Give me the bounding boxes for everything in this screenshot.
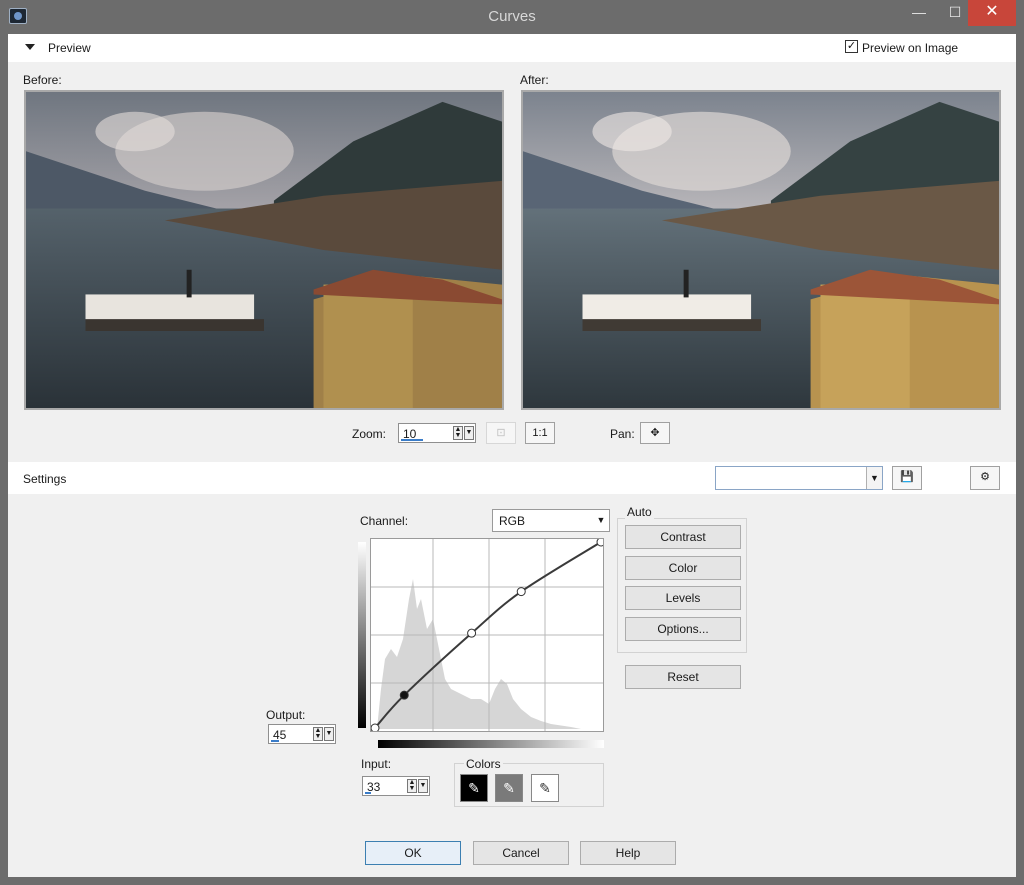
white-point-eyedropper-icon[interactable]: ✎ xyxy=(531,774,559,802)
auto-label: Auto xyxy=(625,505,654,519)
input-spinbox[interactable]: 33 ▲ ▼ ▼ xyxy=(362,776,430,796)
zoom-dropdown-icon[interactable]: ▼ xyxy=(464,426,474,440)
auto-levels-button[interactable]: Levels xyxy=(625,586,741,610)
pan-button[interactable]: ✥ xyxy=(640,422,670,444)
preset-dropdown[interactable]: ▼ xyxy=(715,466,883,490)
input-label: Input: xyxy=(361,757,392,771)
output-dropdown-icon[interactable]: ▼ xyxy=(324,727,334,741)
channel-dropdown-arrow-icon[interactable]: ▼ xyxy=(593,510,609,531)
close-button[interactable]: ✕ xyxy=(968,0,1016,26)
output-label: Output: xyxy=(266,708,306,722)
output-gradient-bar xyxy=(358,542,366,728)
black-point-eyedropper-icon[interactable]: ✎ xyxy=(460,774,488,802)
pan-label: Pan: xyxy=(610,427,635,441)
window-title: Curves xyxy=(488,8,536,25)
channel-label: Channel: xyxy=(360,514,409,528)
histogram xyxy=(377,579,581,729)
title-bar[interactable]: Curves — ☐ ✕ xyxy=(0,0,1024,34)
colors-label: Colors xyxy=(464,757,503,771)
maximize-button[interactable]: ☐ xyxy=(938,0,972,26)
curve-point[interactable] xyxy=(596,537,606,547)
input-slider-indicator xyxy=(365,792,371,794)
channel-value[interactable]: RGB xyxy=(499,514,525,528)
auto-color-button[interactable]: Color xyxy=(625,556,741,580)
input-spin-arrows-icon[interactable]: ▲ ▼ xyxy=(407,779,417,793)
settings-section-label: Settings xyxy=(23,472,67,486)
after-photo-graphic xyxy=(523,92,999,408)
save-preset-button[interactable]: 💾 xyxy=(892,466,922,490)
reset-button[interactable]: Reset xyxy=(625,665,741,689)
zoom-spin-arrows-icon[interactable]: ▲ ▼ xyxy=(453,426,463,440)
fit-preview-button[interactable]: ⊡ xyxy=(486,422,516,444)
preset-dropdown-arrow-icon[interactable]: ▼ xyxy=(866,467,882,489)
dialog-client-area: Preview ✓ Preview on Image Before: After… xyxy=(8,34,1016,877)
actual-size-button[interactable]: 1:1 xyxy=(525,422,555,444)
zoom-label: Zoom: xyxy=(352,427,387,441)
curve-point[interactable] xyxy=(370,723,380,733)
channel-dropdown[interactable]: RGB ▼ xyxy=(492,509,610,532)
zoom-spinbox[interactable]: 10 ▲ ▼ ▼ xyxy=(398,423,476,443)
output-spinbox[interactable]: 45 ▲ ▼ ▼ xyxy=(268,724,336,744)
before-preview-image[interactable] xyxy=(24,90,504,410)
minimize-button[interactable]: — xyxy=(902,0,936,26)
gray-point-eyedropper-icon[interactable]: ✎ xyxy=(495,774,523,802)
curve-point[interactable] xyxy=(516,587,526,597)
before-label: Before: xyxy=(23,73,62,87)
input-dropdown-icon[interactable]: ▼ xyxy=(418,779,428,793)
after-label: After: xyxy=(520,73,549,87)
manage-presets-button[interactable]: ⚙ xyxy=(970,466,1000,490)
collapse-triangle-icon[interactable] xyxy=(25,44,35,50)
help-button[interactable]: Help xyxy=(580,841,676,865)
curves-graph[interactable] xyxy=(370,537,606,733)
output-spin-arrows-icon[interactable]: ▲ ▼ xyxy=(313,727,323,741)
before-photo-graphic xyxy=(26,92,502,408)
preview-on-image-label[interactable]: Preview on Image xyxy=(862,41,958,55)
input-gradient-bar xyxy=(378,740,604,748)
auto-contrast-button[interactable]: Contrast xyxy=(625,525,741,549)
preview-section-label: Preview xyxy=(48,41,91,55)
output-slider-indicator xyxy=(271,740,279,742)
after-preview-image[interactable] xyxy=(521,90,1001,410)
selected-curve-point[interactable] xyxy=(399,690,409,700)
curves-graph-svg xyxy=(370,537,606,733)
ok-button[interactable]: OK xyxy=(365,841,461,865)
zoom-slider-indicator xyxy=(401,439,423,441)
preview-on-image-checkbox[interactable]: ✓ xyxy=(845,40,858,53)
auto-options-button[interactable]: Options... xyxy=(625,617,741,641)
preview-section-header[interactable]: Preview ✓ Preview on Image xyxy=(8,34,1016,62)
curves-dialog: Curves — ☐ ✕ Preview ✓ Preview on Image … xyxy=(0,0,1024,885)
curve-point[interactable] xyxy=(467,628,477,638)
cancel-button[interactable]: Cancel xyxy=(473,841,569,865)
